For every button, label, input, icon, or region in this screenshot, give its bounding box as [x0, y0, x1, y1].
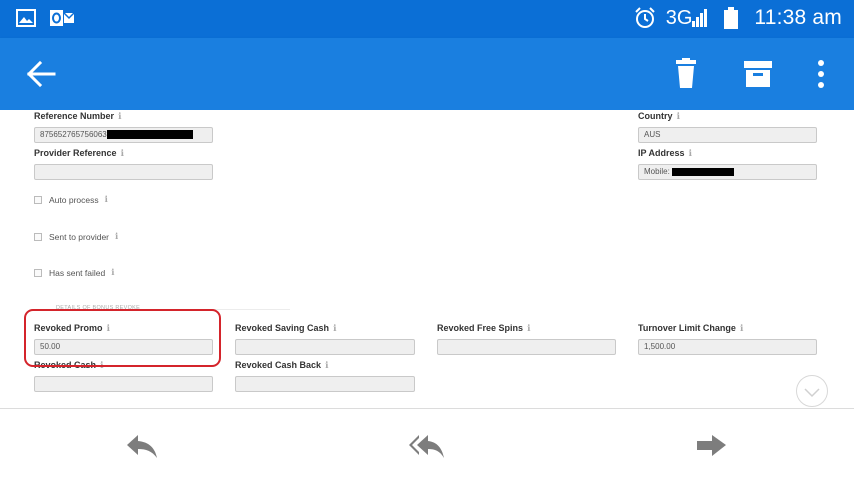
delete-icon[interactable] [671, 58, 701, 90]
turnover-limit-change-label: Turnover Limit Change ℹ [638, 323, 744, 333]
battery-icon [724, 7, 739, 29]
turnover-limit-change-field[interactable]: 1,500.00 [638, 339, 817, 355]
chevron-down-icon [804, 388, 820, 398]
info-icon[interactable]: ℹ [105, 194, 108, 205]
checkbox-label: Sent to provider [49, 231, 110, 242]
checkbox-box[interactable] [34, 195, 42, 204]
info-icon[interactable]: ℹ [325, 360, 328, 370]
signal-icon [692, 9, 708, 27]
checkbox-box[interactable] [34, 268, 42, 277]
info-icon[interactable]: ℹ [118, 111, 121, 121]
revoked-cash-back-field[interactable] [235, 376, 415, 392]
status-bar: 3G 11:38 am [0, 0, 854, 38]
checkbox-label: Has sent failed [49, 267, 106, 278]
revoked-free-spins-label: Revoked Free Spins ℹ [437, 323, 531, 333]
highlight-annotation [24, 309, 221, 367]
ip-address-label: IP Address ℹ [638, 148, 692, 158]
revoked-cash-back-label: Revoked Cash Back ℹ [235, 360, 329, 370]
gallery-icon [16, 9, 36, 27]
country-field[interactable]: AUS [638, 127, 817, 143]
alarm-icon [634, 7, 655, 28]
app-bar [0, 38, 854, 110]
forward-icon[interactable] [694, 433, 730, 459]
transaction-details: Reference Number ℹ 875652765756063 Provid… [0, 110, 854, 408]
provider-reference-field[interactable] [34, 164, 213, 180]
revoked-saving-cash-field[interactable] [235, 339, 415, 355]
info-icon[interactable]: ℹ [689, 148, 692, 158]
reply-all-icon[interactable] [408, 433, 444, 459]
info-icon[interactable]: ℹ [677, 111, 680, 121]
revoked-cash-field[interactable] [34, 376, 213, 392]
back-arrow-icon[interactable] [26, 60, 56, 88]
info-icon[interactable]: ℹ [333, 323, 336, 333]
info-icon[interactable]: ℹ [740, 323, 743, 333]
reference-number-field[interactable]: 875652765756063 [34, 127, 213, 143]
has-sent-failed-checkbox[interactable]: Has sent failed ℹ [34, 267, 114, 278]
redaction-bar [106, 130, 193, 140]
revoked-saving-cash-label: Revoked Saving Cash ℹ [235, 323, 337, 333]
outlook-icon [50, 10, 74, 26]
reference-number-value: 875652765756063 [40, 130, 107, 139]
redaction-bar [672, 167, 735, 176]
checkbox-label: Auto process [49, 194, 99, 205]
info-icon[interactable]: ℹ [527, 323, 530, 333]
more-options-icon[interactable] [806, 58, 836, 90]
info-icon[interactable]: ℹ [115, 231, 118, 242]
country-label: Country ℹ [638, 111, 680, 121]
bottom-action-bar [0, 408, 854, 480]
ip-address-value: Mobile: [644, 167, 670, 176]
auto-process-checkbox[interactable]: Auto process ℹ [34, 194, 108, 205]
info-icon[interactable]: ℹ [121, 148, 124, 158]
info-icon[interactable]: ℹ [111, 267, 114, 278]
reference-number-label: Reference Number ℹ [34, 111, 122, 121]
provider-reference-label: Provider Reference ℹ [34, 148, 124, 158]
network-type: 3G [665, 6, 693, 29]
reply-icon[interactable] [124, 433, 160, 459]
scroll-down-button[interactable] [796, 375, 828, 407]
checkbox-box[interactable] [34, 232, 42, 241]
revoked-free-spins-field[interactable] [437, 339, 616, 355]
archive-icon[interactable] [743, 58, 773, 90]
clock-time: 11:38 am [754, 6, 842, 29]
ip-address-field[interactable]: Mobile: [638, 164, 817, 180]
sent-to-provider-checkbox[interactable]: Sent to provider ℹ [34, 231, 118, 242]
